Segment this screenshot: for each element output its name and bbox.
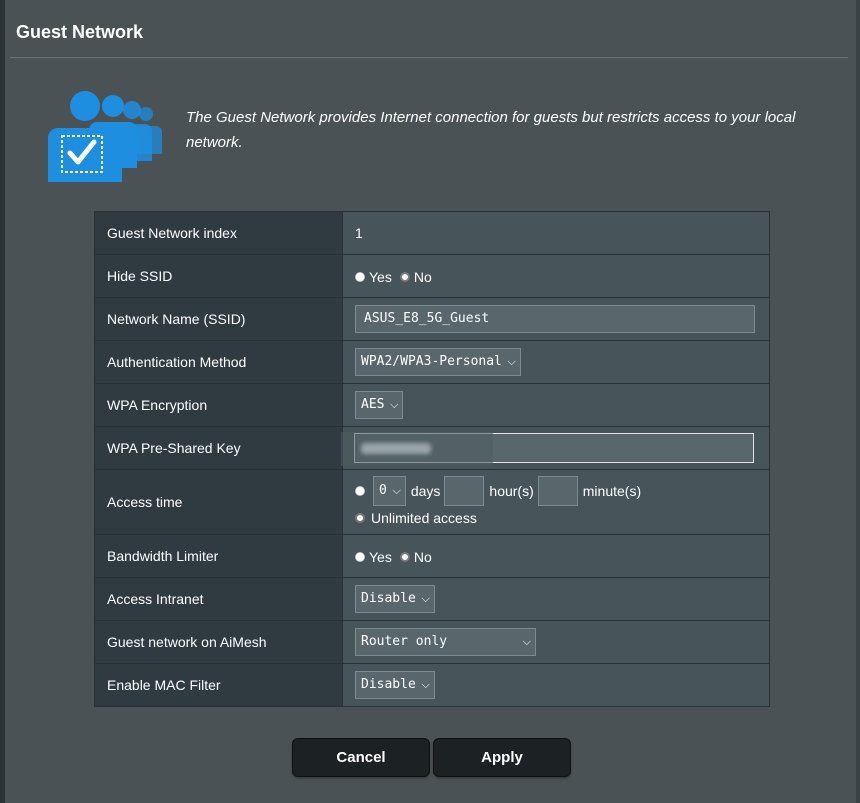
guest-network-description: The Guest Network provides Internet conn…	[186, 109, 796, 151]
label-guest-network-index: Guest Network index	[94, 211, 343, 255]
label-access-time: Access time	[94, 469, 343, 535]
mac-filter-select[interactable]: Disable ⌵	[355, 671, 435, 699]
row-guest-network-index: Guest Network index 1	[94, 211, 770, 255]
hide-ssid-yes-label[interactable]: Yes	[369, 269, 392, 285]
unlimited-access-label[interactable]: Unlimited access	[371, 510, 477, 526]
hours-unit-label: hour(s)	[489, 483, 534, 499]
label-wpa-encryption: WPA Encryption	[94, 383, 343, 427]
row-wpa-pre-shared-key: WPA Pre-Shared Key	[94, 426, 770, 470]
bandwidth-limiter-no-radio[interactable]	[399, 551, 410, 562]
authentication-method-select[interactable]: WPA2/WPA3-Personal ⌵	[355, 348, 521, 376]
network-name-cell: ASUS_E8_5G_Guest	[342, 297, 770, 341]
authentication-method-cell: WPA2/WPA3-Personal ⌵	[342, 340, 770, 384]
label-network-name: Network Name (SSID)	[94, 297, 343, 341]
access-intranet-value: Disable	[361, 591, 416, 606]
ssid-input[interactable]: ASUS_E8_5G_Guest	[355, 305, 755, 333]
row-hide-ssid: Hide SSID Yes No	[94, 254, 770, 298]
label-hide-ssid: Hide SSID	[94, 254, 343, 298]
chevron-down-icon: ⌵	[522, 635, 531, 648]
label-access-intranet: Access Intranet	[94, 577, 343, 621]
label-guest-network-on-aimesh: Guest network on AiMesh	[94, 620, 343, 664]
minutes-unit-label: minute(s)	[582, 483, 642, 499]
wpa-encryption-cell: AES ⌵	[342, 383, 770, 427]
aimesh-value: Router only	[361, 634, 448, 649]
hide-ssid-yes-radio[interactable]	[355, 271, 365, 282]
row-network-name: Network Name (SSID) ASUS_E8_5G_Guest	[94, 297, 770, 341]
chevron-down-icon: ⌵	[390, 398, 399, 411]
window-right-edge	[856, 0, 860, 803]
guest-users-check-icon	[48, 91, 162, 182]
row-bandwidth-limiter: Bandwidth Limiter Yes No	[94, 534, 770, 578]
hide-ssid-options: Yes No	[342, 254, 770, 298]
row-access-time: Access time 0 ⌵ days hour(s) minute(s) Un…	[94, 469, 770, 535]
days-unit-label: days	[410, 483, 441, 499]
row-enable-mac-filter: Enable MAC Filter Disable ⌵	[94, 663, 770, 707]
enable-mac-filter-cell: Disable ⌵	[342, 663, 770, 707]
chevron-down-icon: ⌵	[507, 355, 516, 368]
access-intranet-select[interactable]: Disable ⌵	[355, 585, 435, 613]
label-wpa-pre-shared-key: WPA Pre-Shared Key	[94, 426, 343, 470]
guest-network-settings-table: Guest Network index 1 Hide SSID Yes No Ne…	[94, 211, 770, 707]
access-time-cell: 0 ⌵ days hour(s) minute(s) Unlimited acce…	[342, 469, 770, 535]
access-hours-input[interactable]	[444, 476, 485, 506]
window-left-edge	[0, 0, 5, 803]
chevron-down-icon: ⌵	[421, 592, 430, 605]
access-intranet-cell: Disable ⌵	[342, 577, 770, 621]
bandwidth-limiter-options: Yes No	[342, 534, 770, 578]
psk-input[interactable]	[341, 432, 754, 466]
authentication-method-value: WPA2/WPA3-Personal	[361, 354, 502, 369]
page-title: Guest Network	[16, 22, 144, 42]
wpa-encryption-select[interactable]: AES ⌵	[355, 391, 404, 419]
mac-filter-value: Disable	[361, 677, 416, 692]
access-minutes-input[interactable]	[537, 476, 578, 506]
bandwidth-limiter-yes-radio[interactable]	[355, 551, 365, 562]
cancel-button[interactable]: Cancel	[293, 739, 429, 776]
hide-ssid-no-label[interactable]: No	[414, 269, 432, 285]
bandwidth-limiter-no-label[interactable]: No	[414, 549, 432, 565]
row-access-intranet: Access Intranet Disable ⌵	[94, 577, 770, 621]
guest-network-on-aimesh-cell: Router only ⌵	[342, 620, 770, 664]
access-time-unlimited-line: Unlimited access	[355, 507, 769, 529]
psk-blurred-value	[361, 443, 431, 454]
wpa-pre-shared-key-cell	[341, 426, 770, 470]
access-time-limited-line: 0 ⌵ days hour(s) minute(s)	[355, 475, 769, 507]
label-authentication-method: Authentication Method	[94, 340, 343, 384]
row-guest-network-on-aimesh: Guest network on AiMesh Router only ⌵	[94, 620, 770, 664]
wpa-encryption-value: AES	[361, 397, 385, 412]
label-bandwidth-limiter: Bandwidth Limiter	[94, 534, 343, 578]
access-time-limited-radio[interactable]	[355, 486, 365, 496]
access-time-unlimited-radio[interactable]	[355, 513, 365, 523]
bandwidth-limiter-yes-label[interactable]: Yes	[369, 549, 392, 565]
row-authentication-method: Authentication Method WPA2/WPA3-Personal…	[94, 340, 770, 384]
aimesh-select[interactable]: Router only ⌵	[355, 628, 536, 656]
label-enable-mac-filter: Enable MAC Filter	[94, 663, 343, 707]
value-guest-network-index: 1	[342, 211, 770, 255]
title-divider	[10, 57, 848, 58]
access-days-select[interactable]: 0 ⌵	[373, 476, 406, 506]
access-days-value: 0	[379, 483, 387, 498]
chevron-down-icon: ⌵	[392, 484, 401, 497]
apply-button[interactable]: Apply	[434, 739, 570, 776]
row-wpa-encryption: WPA Encryption AES ⌵	[94, 383, 770, 427]
hide-ssid-no-radio[interactable]	[399, 271, 410, 282]
chevron-down-icon: ⌵	[421, 678, 430, 691]
